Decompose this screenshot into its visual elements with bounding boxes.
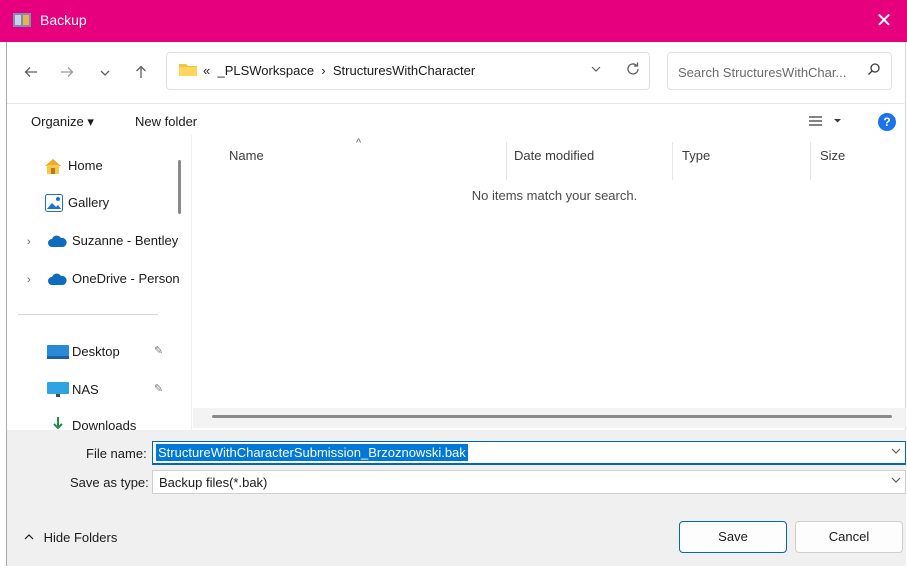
chevron-right-icon[interactable]: › [27,236,31,248]
column-separator[interactable] [672,142,673,180]
window-title: Backup [40,12,87,28]
refresh-icon[interactable] [625,61,641,81]
arrow-right-icon[interactable] [54,62,80,88]
app-icon [12,11,32,29]
search-input[interactable] [676,61,860,83]
file-name-field[interactable]: StructureWithCharacterSubmission_Brzozno… [152,441,906,465]
chevron-down-icon[interactable] [891,475,901,488]
save-type-select[interactable]: Backup files(*.bak) [152,470,906,494]
file-name-value[interactable]: StructureWithCharacterSubmission_Brzozno… [156,444,468,461]
scrollbar-thumb[interactable] [212,415,892,418]
search-icon[interactable] [867,62,881,76]
monitor-icon [47,382,69,401]
arrow-left-icon[interactable] [18,62,44,88]
pane-splitter[interactable] [191,135,192,430]
chevron-down-icon[interactable] [891,446,901,459]
chevron-down-icon[interactable] [92,62,118,88]
new-folder-button[interactable]: New folder [135,114,197,129]
sidebar-item-suzanne-bentley[interactable]: Suzanne - Bentley [47,230,179,252]
breadcrumb: « _PLSWorkspace › StructuresWithCharacte… [203,63,475,78]
column-separator[interactable] [810,142,811,180]
save-type-value: Backup files(*.bak) [159,475,268,490]
address-bar[interactable]: « _PLSWorkspace › StructuresWithCharacte… [166,52,650,90]
pin-icon[interactable]: ✎ [154,382,163,395]
organize-button[interactable]: Organize ▾ [31,114,94,130]
column-separator[interactable] [506,142,507,180]
view-list-icon[interactable] [808,113,842,132]
breadcrumb-separator[interactable]: › [321,63,325,78]
cloud-icon [47,273,67,288]
sidebar-divider [18,314,158,315]
sidebar-item-label: OneDrive - Personal [72,271,179,286]
arrow-up-icon[interactable] [128,62,154,88]
file-name-label: File name: [86,446,147,461]
sidebar-item-nas[interactable]: NAS ✎ [47,379,179,401]
close-icon[interactable]: ✕ [861,0,907,42]
download-icon [51,417,65,430]
search-box[interactable] [667,52,892,90]
breadcrumb-item[interactable]: StructuresWithCharacter [333,63,475,78]
hide-folders-button[interactable]: Hide Folders [24,530,117,545]
help-icon[interactable]: ? [878,113,896,131]
sidebar-item-onedrive-personal[interactable]: OneDrive - Personal [47,268,179,290]
sidebar-item-gallery[interactable]: Gallery [43,192,183,214]
pin-icon[interactable]: ✎ [154,344,163,357]
sidebar-item-downloads[interactable]: Downloads [47,415,179,430]
sidebar-item-label: Gallery [68,195,110,210]
sidebar-item-label: Desktop [72,344,120,359]
sidebar-item-label: Home [68,158,103,173]
chevron-right-icon[interactable]: › [27,274,31,286]
sidebar-item-desktop[interactable]: Desktop ✎ [47,341,179,363]
column-header-date-modified[interactable]: Date modified [514,148,594,163]
hide-folders-label: Hide Folders [43,530,118,545]
column-header-size[interactable]: Size [820,148,845,163]
column-header-name[interactable]: Name [229,148,264,163]
column-header-type[interactable]: Type [682,148,710,163]
title-bar[interactable]: Backup ✕ [0,0,907,42]
save-button[interactable]: Save [679,521,787,553]
gallery-icon [45,194,63,214]
sidebar-item-label: Suzanne - Bentley [72,233,179,248]
sort-ascending-icon: ^ [356,137,362,149]
navigation-pane[interactable]: Home Gallery › Suzanne - Bentley › OneDr… [7,135,190,430]
sidebar-item-home[interactable]: Home [43,155,183,177]
desktop-icon [47,345,69,362]
home-icon [43,157,63,177]
cloud-icon [47,235,67,250]
breadcrumb-item[interactable]: _PLSWorkspace [217,63,314,78]
toolbar-divider [7,103,906,104]
breadcrumb-overflow[interactable]: « [203,63,210,78]
sidebar-item-label: Downloads [72,418,137,430]
sidebar-scrollbar[interactable] [178,160,181,214]
save-type-label: Save as type: [70,475,149,490]
horizontal-scrollbar[interactable] [193,408,906,428]
chevron-up-icon [24,530,38,545]
empty-results-message: No items match your search. [471,188,638,203]
sidebar-item-label: NAS [72,382,99,397]
chevron-down-icon[interactable] [591,63,601,77]
cancel-button[interactable]: Cancel [795,521,903,553]
folder-icon [179,62,197,76]
